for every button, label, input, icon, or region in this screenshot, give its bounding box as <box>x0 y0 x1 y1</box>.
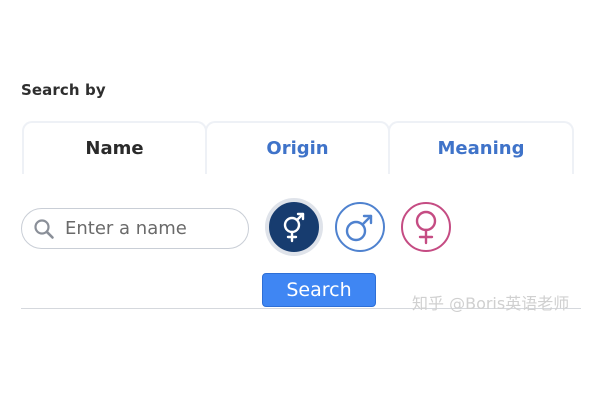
tab-name[interactable]: Name <box>22 121 207 174</box>
search-field[interactable] <box>21 208 249 249</box>
unisex-gender-button[interactable] <box>269 202 319 252</box>
tab-meaning[interactable]: Meaning <box>388 121 574 174</box>
unisex-symbol-icon <box>278 209 310 245</box>
search-button[interactable]: Search <box>262 273 376 307</box>
female-gender-button[interactable] <box>401 202 451 252</box>
search-input[interactable] <box>65 218 230 239</box>
female-symbol-icon <box>410 207 442 247</box>
male-symbol-icon <box>342 209 378 245</box>
search-icon <box>33 218 55 240</box>
search-tabs: Name Origin Meaning <box>22 121 574 174</box>
tab-origin[interactable]: Origin <box>205 121 390 174</box>
watermark: 知乎 @Boris英语老师 <box>412 294 570 313</box>
search-by-label: Search by <box>21 81 106 99</box>
male-gender-button[interactable] <box>335 202 385 252</box>
